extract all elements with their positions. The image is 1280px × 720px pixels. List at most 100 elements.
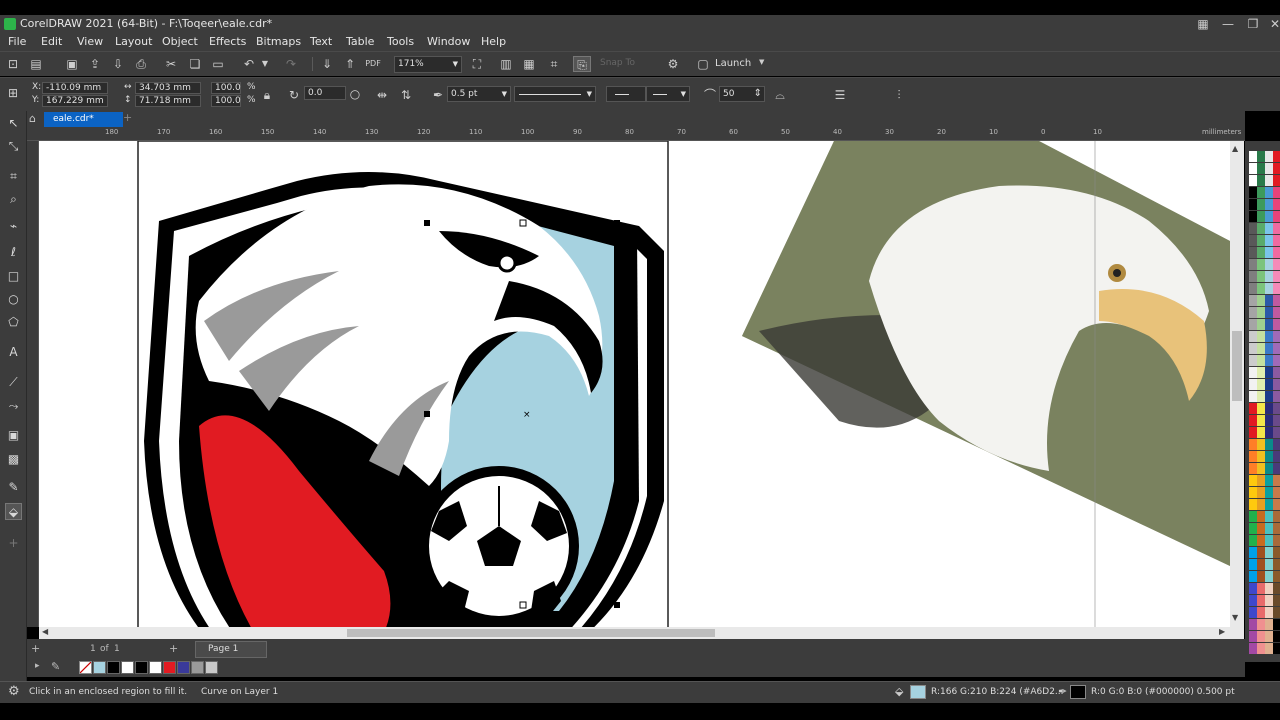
zoom-tool-icon[interactable]: ⌕ — [5, 191, 22, 208]
palette-color-swatch[interactable] — [1265, 223, 1273, 234]
palette-color-swatch[interactable] — [1249, 355, 1257, 366]
palette-color-swatch[interactable] — [1249, 427, 1257, 438]
text-tool-icon[interactable]: A — [5, 344, 22, 361]
export-icon[interactable]: ⇑ — [341, 56, 359, 72]
palette-color-swatch[interactable] — [1273, 499, 1280, 510]
palette-color-swatch[interactable] — [1257, 523, 1265, 534]
palette-color-swatch[interactable] — [1265, 547, 1273, 558]
settings-gear-icon[interactable]: ⚙ — [8, 684, 20, 699]
drop-shadow-icon[interactable]: ▣ — [5, 427, 22, 444]
eyedropper-icon[interactable]: ✎ — [5, 479, 22, 496]
palette-color-swatch[interactable] — [1273, 223, 1280, 234]
palette-color-swatch[interactable] — [1265, 151, 1273, 162]
home-icon[interactable]: ⌂ — [29, 112, 36, 125]
palette-color-swatch[interactable] — [1273, 307, 1280, 318]
palette-color-swatch[interactable] — [1249, 547, 1257, 558]
palette-color-swatch[interactable] — [1265, 235, 1273, 246]
palette-color-swatch[interactable] — [1273, 175, 1280, 186]
palette-color-swatch[interactable] — [1273, 211, 1280, 222]
palette-color-swatch[interactable] — [1249, 487, 1257, 498]
palette-color-swatch[interactable] — [1265, 571, 1273, 582]
palette-eyedropper-icon[interactable]: ✎ — [51, 660, 60, 673]
palette-color-swatch[interactable] — [1257, 463, 1265, 474]
palette-color-swatch[interactable] — [1273, 247, 1280, 258]
x-position-field[interactable]: -110.09 mm — [42, 82, 108, 94]
upload-icon[interactable]: ⇪ — [86, 56, 104, 72]
palette-color-swatch[interactable] — [1265, 391, 1273, 402]
vertical-scroll-thumb[interactable] — [1232, 331, 1242, 401]
palette-color-swatch[interactable] — [1249, 403, 1257, 414]
menu-view[interactable]: View — [77, 35, 103, 48]
options-gear-icon[interactable]: ⚙ — [664, 56, 682, 72]
drawing-canvas[interactable]: × — [39, 141, 1230, 627]
palette-color-swatch[interactable] — [1257, 499, 1265, 510]
palette-color-swatch[interactable] — [1273, 523, 1280, 534]
palette-color-swatch[interactable] — [1273, 151, 1280, 162]
menu-effects[interactable]: Effects — [209, 35, 246, 48]
palette-color-swatch[interactable] — [1257, 271, 1265, 282]
palette-color-swatch[interactable] — [1257, 355, 1265, 366]
text-wrap-icon[interactable]: ☰ — [831, 87, 849, 103]
snap-to-dropdown[interactable]: Snap To — [600, 58, 635, 68]
rotate-icon[interactable]: ↻ — [285, 87, 303, 103]
palette-color-swatch[interactable] — [1265, 535, 1273, 546]
palette-color-swatch[interactable] — [1265, 175, 1273, 186]
menu-text[interactable]: Text — [310, 35, 332, 48]
palette-color-swatch[interactable] — [1273, 487, 1280, 498]
rotation-center-icon[interactable]: ○ — [346, 86, 364, 102]
document-color-swatch[interactable] — [177, 661, 190, 674]
height-field[interactable]: 71.718 mm — [135, 95, 201, 107]
palette-color-swatch[interactable] — [1273, 199, 1280, 210]
palette-color-swatch[interactable] — [1273, 391, 1280, 402]
palette-color-swatch[interactable] — [1265, 415, 1273, 426]
palette-color-swatch[interactable] — [1273, 475, 1280, 486]
eagle-photo-bitmap[interactable] — [742, 141, 1230, 566]
palette-color-swatch[interactable] — [1273, 607, 1280, 618]
palette-color-swatch[interactable] — [1257, 487, 1265, 498]
palette-color-swatch[interactable] — [1273, 355, 1280, 366]
document-color-swatch[interactable] — [93, 661, 106, 674]
palette-color-swatch[interactable] — [1249, 463, 1257, 474]
mirror-horizontal-icon[interactable]: ⇹ — [373, 87, 391, 103]
download-icon[interactable]: ⇩ — [109, 56, 127, 72]
palette-color-swatch[interactable] — [1257, 235, 1265, 246]
width-field[interactable]: 34.703 mm — [135, 82, 201, 94]
palette-color-swatch[interactable] — [1273, 235, 1280, 246]
palette-color-swatch[interactable] — [1257, 343, 1265, 354]
palette-color-swatch[interactable] — [1273, 619, 1280, 630]
palette-color-swatch[interactable] — [1257, 367, 1265, 378]
maximize-button[interactable]: ❐ — [1242, 16, 1264, 32]
palette-color-swatch[interactable] — [1273, 511, 1280, 522]
palette-color-swatch[interactable] — [1265, 271, 1273, 282]
palette-color-swatch[interactable] — [1265, 523, 1273, 534]
fill-color-swatch[interactable] — [910, 685, 926, 699]
palette-color-swatch[interactable] — [1257, 451, 1265, 462]
no-color-swatch[interactable] — [79, 661, 92, 674]
palette-color-swatch[interactable] — [1249, 211, 1257, 222]
end-arrowhead-select[interactable]: ▼ — [646, 86, 690, 102]
palette-color-swatch[interactable] — [1265, 283, 1273, 294]
vertical-ruler[interactable] — [27, 141, 39, 627]
palette-color-swatch[interactable] — [1257, 415, 1265, 426]
palette-color-swatch[interactable] — [1249, 343, 1257, 354]
align-distribute-icon[interactable]: ⫶ — [890, 87, 908, 103]
palette-color-swatch[interactable] — [1249, 559, 1257, 570]
palette-color-swatch[interactable] — [1257, 547, 1265, 558]
palette-color-swatch[interactable] — [1273, 583, 1280, 594]
palette-color-swatch[interactable] — [1249, 307, 1257, 318]
smoothing-icon[interactable]: ⌒ — [701, 87, 719, 103]
add-page-after-icon[interactable]: + — [169, 642, 178, 655]
horizontal-ruler[interactable]: 180 170 160 150 140 130 120 110 100 90 8… — [27, 127, 1245, 141]
palette-color-swatch[interactable] — [1257, 427, 1265, 438]
scale-height-field[interactable]: 100.0 — [211, 95, 241, 107]
palette-color-swatch[interactable] — [1249, 163, 1257, 174]
close-curve-icon[interactable]: ⌓ — [771, 87, 789, 103]
palette-color-swatch[interactable] — [1257, 307, 1265, 318]
palette-color-swatch[interactable] — [1257, 259, 1265, 270]
undo-dropdown-icon[interactable]: ▼ — [256, 56, 274, 72]
freehand-tool-icon[interactable]: ⌁ — [5, 218, 22, 235]
palette-color-swatch[interactable] — [1265, 511, 1273, 522]
palette-color-swatch[interactable] — [1273, 559, 1280, 570]
palette-color-swatch[interactable] — [1273, 571, 1280, 582]
add-page-icon[interactable]: + — [31, 642, 40, 655]
